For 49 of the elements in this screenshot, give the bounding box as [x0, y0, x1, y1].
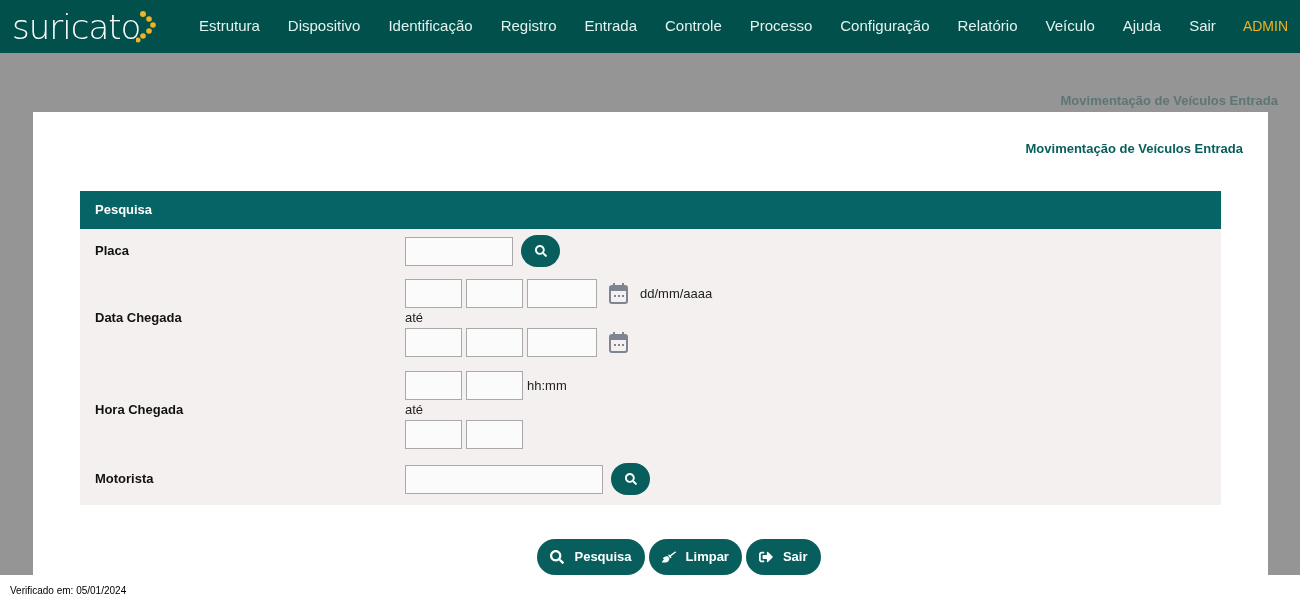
input-field[interactable]	[527, 279, 597, 308]
field-label: Hora Chegada	[94, 401, 185, 420]
card-title: Movimentação de Veículos Entrada	[1025, 140, 1243, 158]
nav-menu-item[interactable]: Estrutura	[199, 15, 260, 38]
range-separator: até	[405, 309, 425, 327]
range-separator: até	[405, 401, 425, 419]
input-field[interactable]	[405, 236, 513, 266]
action-button[interactable]: Pesquisa	[537, 539, 645, 575]
search-icon	[534, 245, 547, 257]
nav-menu-item[interactable]: Ajuda	[1122, 15, 1162, 38]
nav-menu-item[interactable]: Relatório	[957, 15, 1018, 38]
input-field[interactable]	[405, 420, 462, 449]
user-name[interactable]: ADMIN	[1242, 16, 1288, 37]
action-button[interactable]: Sair	[745, 539, 821, 575]
field-label: Motorista	[94, 470, 155, 489]
broom-icon	[661, 550, 676, 564]
nav-menu-item[interactable]: Controle	[665, 15, 722, 38]
panel-title: Pesquisa	[95, 201, 153, 220]
input-field[interactable]	[466, 420, 523, 449]
input-field[interactable]	[466, 279, 523, 308]
nav-menu-item[interactable]: Identificação	[388, 15, 473, 38]
nav-menu-item[interactable]: Veículo	[1045, 15, 1095, 38]
nav-menu-item[interactable]: Processo	[749, 15, 813, 38]
nav-menu-item[interactable]: Entrada	[584, 15, 638, 38]
search-button[interactable]	[521, 235, 560, 267]
input-field[interactable]	[405, 464, 603, 494]
search-icon	[550, 550, 565, 564]
field-label: Data Chegada	[94, 309, 183, 328]
nav-menu-item[interactable]: Registro	[500, 15, 557, 38]
calendar-icon[interactable]	[609, 283, 628, 304]
logo-text: suricato	[12, 9, 141, 44]
search-button[interactable]	[611, 463, 650, 495]
search-icon	[624, 473, 637, 485]
input-field[interactable]	[405, 279, 462, 308]
input-field[interactable]	[527, 328, 597, 357]
nav-menu-item[interactable]: Dispositivo	[287, 15, 361, 38]
exit-icon	[758, 550, 773, 564]
input-field[interactable]	[466, 328, 523, 357]
action-button[interactable]: Limpar	[648, 539, 742, 575]
format-hint: dd/mm/aaaa	[640, 284, 713, 303]
input-field[interactable]	[405, 328, 462, 357]
input-field[interactable]	[466, 371, 523, 400]
field-label: Placa	[94, 242, 130, 261]
nav-menu-item[interactable]: Sair	[1189, 15, 1216, 38]
input-field[interactable]	[405, 371, 462, 400]
calendar-icon[interactable]	[609, 332, 628, 353]
nav-menu-item[interactable]: Configuração	[840, 15, 930, 38]
verification-date: Verificado em: 05/01/2024	[10, 583, 127, 598]
format-hint: hh:mm	[527, 376, 567, 395]
